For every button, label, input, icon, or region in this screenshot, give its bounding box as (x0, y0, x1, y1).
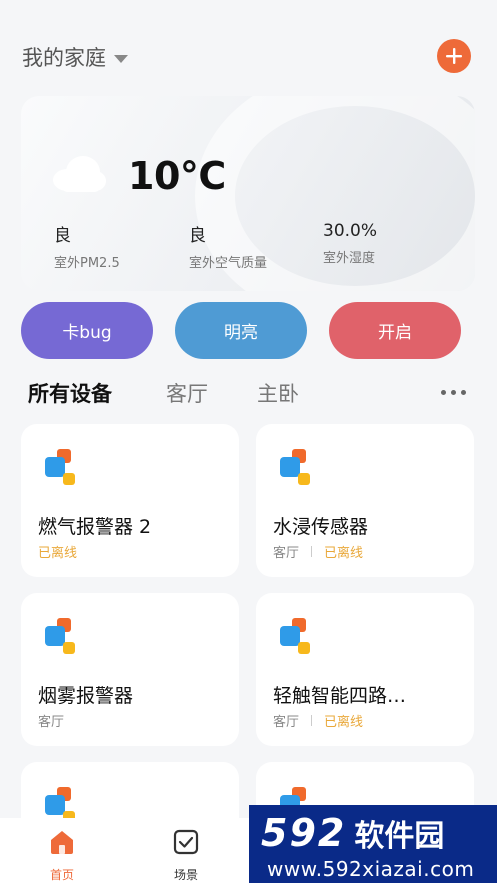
device-name: 烟雾报警器 (38, 685, 134, 707)
scene-button-kabug[interactable]: 卡bug (21, 302, 153, 359)
meta-divider (311, 715, 313, 726)
device-meta: 已离线 (38, 542, 77, 561)
watermark-logo: 592 软件园 www.592xiazai.com (249, 805, 497, 883)
device-card-touch-switch[interactable]: 轻触智能四路… 客厅 已离线 (256, 593, 474, 746)
device-card-water-sensor[interactable]: 水浸传感器 客厅 已离线 (256, 424, 474, 577)
device-status: 已离线 (324, 715, 364, 730)
device-icon (280, 449, 310, 485)
tab-master-bedroom[interactable]: 主卧 (257, 378, 299, 408)
cloud-icon (53, 156, 106, 192)
room-tabs: 所有设备 客厅 主卧 (0, 372, 497, 412)
device-icon (45, 618, 75, 654)
scene-button-bright[interactable]: 明亮 (175, 302, 307, 359)
scene-button-label: 明亮 (224, 323, 258, 343)
device-meta: 客厅 已离线 (273, 542, 363, 561)
humidity-metric: 30.0% 室外湿度 (323, 221, 377, 266)
tab-all-devices[interactable]: 所有设备 (28, 378, 112, 408)
humidity-value: 30.0% (323, 221, 378, 241)
device-name: 水浸传感器 (273, 516, 369, 538)
tabbar-item-home[interactable]: 首页 (32, 828, 92, 883)
home-icon (51, 831, 73, 854)
plus-icon (446, 48, 462, 64)
air-quality-label: 室外空气质量 (189, 256, 268, 271)
watermark-brand: 软件园 (354, 819, 445, 854)
more-icon[interactable] (441, 390, 466, 395)
device-icon (280, 618, 310, 654)
tabbar-item-scene[interactable]: 场景 (156, 828, 216, 883)
caret-down-icon (114, 54, 128, 63)
pm25-label: 室外PM2.5 (54, 256, 120, 271)
device-room: 客厅 (38, 715, 65, 730)
scene-checkbox-icon (173, 829, 199, 855)
weather-card: 10°C 良 室外PM2.5 良 室外空气质量 30.0% 室外湿度 (21, 96, 475, 291)
scene-button-label: 卡bug (62, 323, 112, 343)
pm25-metric: 良 室外PM2.5 (54, 221, 120, 271)
temperature: 10°C (128, 154, 226, 198)
device-icon (45, 449, 75, 485)
scene-button-label: 开启 (378, 323, 412, 343)
device-room: 客厅 (273, 546, 300, 561)
device-status: 已离线 (38, 546, 78, 561)
tab-living-room[interactable]: 客厅 (166, 378, 208, 408)
pm25-value: 良 (54, 226, 71, 246)
watermark-url: www.592xiazai.com (267, 857, 475, 881)
device-card-gas-alarm[interactable]: 燃气报警器 2 已离线 (21, 424, 239, 577)
home-title: 我的家庭 (22, 46, 106, 70)
device-card-smoke-alarm[interactable]: 烟雾报警器 客厅 (21, 593, 239, 746)
watermark-number: 592 (261, 811, 347, 855)
air-quality-value: 良 (189, 226, 206, 246)
device-name: 轻触智能四路… (273, 685, 407, 707)
humidity-label: 室外湿度 (323, 251, 376, 266)
device-meta: 客厅 (38, 711, 64, 730)
meta-divider (311, 546, 313, 557)
header: 我的家庭 (0, 0, 497, 96)
home-selector[interactable]: 我的家庭 (22, 42, 128, 72)
device-meta: 客厅 已离线 (273, 711, 363, 730)
device-status: 已离线 (324, 546, 364, 561)
device-name: 燃气报警器 2 (38, 516, 152, 538)
device-room: 客厅 (273, 715, 300, 730)
air-quality-metric: 良 室外空气质量 (189, 221, 267, 271)
tabbar-label: 场景 (173, 868, 198, 882)
add-button[interactable] (437, 39, 471, 73)
scene-button-on[interactable]: 开启 (329, 302, 461, 359)
tabbar-label: 首页 (49, 868, 74, 882)
